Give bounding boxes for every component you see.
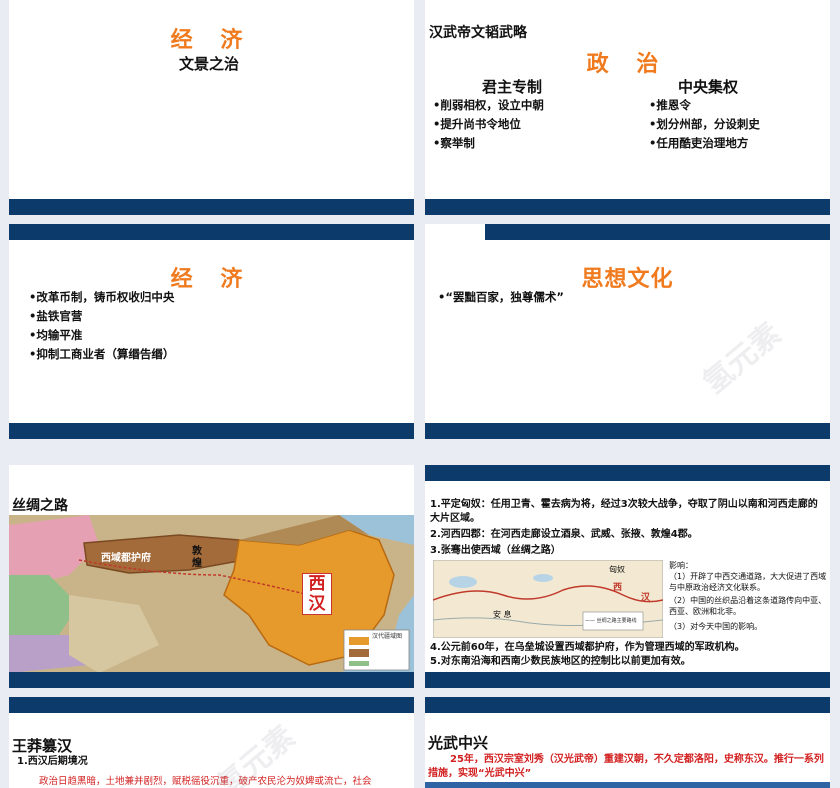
label-han: 西 汉 <box>302 573 332 615</box>
map-legend-label: —— 丝绸之路主要路线 <box>585 618 637 624</box>
slide-footer-bar <box>9 672 414 688</box>
influence-item-1: （1）开辟了中西交通道路，大大促进了西域与中原政治经济文化联系。 <box>669 572 827 592</box>
list-item: •改革币制，铸币权收归中央 <box>29 290 175 304</box>
slide-title: 光武中兴 <box>428 734 489 752</box>
slide-header-bar <box>485 224 830 240</box>
economy-list: •改革币制，铸币权收归中央 •盐铁官营 •均输平准 •抑制工商业者（算缗告缗） <box>29 288 174 364</box>
slide-header-bar <box>9 224 414 240</box>
centralization-list: •推恩令 •划分州部，分设刺史 •任用酷吏治理地方 <box>649 96 760 153</box>
table-header-strip <box>425 782 830 788</box>
map-image <box>9 515 414 673</box>
list-item: •削弱相权，设立中朝 <box>433 98 544 112</box>
slide-title: 王莽篡汉 <box>12 737 73 755</box>
list-item: •盐铁官营 <box>29 309 83 323</box>
slide-footer-bar <box>425 423 830 439</box>
map-legend-label: 汉代疆域图 <box>372 633 403 640</box>
point-3: 3.张骞出使西域（丝绸之路） <box>430 545 561 556</box>
slide-footer-bar <box>9 199 414 215</box>
list-item: •划分州部，分设刺史 <box>649 117 760 131</box>
slide-text: 25年，西汉宗室刘秀（汉光武帝）重建汉朝，不久定都洛阳，史称东汉。推行一系列措施… <box>428 754 824 779</box>
influence-item-3: （3）对今天中国的影响。 <box>669 622 763 631</box>
slide-politics[interactable]: 汉武帝文韬武略 政 治 君主专制 中央集权 •削弱相权，设立中朝 •提升尚书令地… <box>425 0 830 215</box>
slide-economy-wenjing[interactable]: 经 济 文景之治 <box>9 0 414 215</box>
slide-header-bar <box>425 465 830 481</box>
slide-economy-reforms[interactable]: 经 济 •改革币制，铸币权收归中央 •盐铁官营 •均输平准 •抑制工商业者（算缗… <box>9 224 414 439</box>
influence-item-2: （2）中国的丝织品沿着这条道路传向中亚、西亚、欧洲和北非。 <box>669 596 827 616</box>
point-4: 4.公元前60年，在乌垒城设置西域都护府，作为管理西域的军政机构。 <box>430 642 745 653</box>
label-xi: 西 <box>613 583 623 593</box>
point-1: 1.平定匈奴：任用卫青、霍去病为将，经过3次较大战争，夺取了阴山以南和河西走廊的… <box>430 499 818 524</box>
slide-han-frontier[interactable]: 1.平定匈奴：任用卫青、霍去病为将，经过3次较大战争，夺取了阴山以南和河西走廊的… <box>425 465 830 688</box>
list-item: •均输平准 <box>29 328 83 342</box>
slide-wang-mang[interactable]: 王莽篡汉 1.西汉后期境况 政治日趋黑暗，土地兼并剧烈，赋税徭役沉重，破产农民沦… <box>9 697 414 788</box>
silk-road-map-image <box>432 559 664 639</box>
han-dynasty-map: 西域都护府 敦 煌 西 汉 汉代疆域图 <box>9 515 414 673</box>
watermark: 氢元素 <box>696 316 788 402</box>
slide-culture[interactable]: 思想文化 •“罢黜百家，独尊儒术” 氢元素 <box>425 224 830 439</box>
slide-silk-road[interactable]: 丝绸之路 西域都护府 敦 煌 西 汉 汉代疆域图 <box>9 465 414 688</box>
monarchy-list: •削弱相权，设立中朝 •提升尚书令地位 •察举制 <box>433 96 544 153</box>
list-item: •抑制工商业者（算缗告缗） <box>29 347 175 361</box>
slide-subtitle: 文景之治 <box>179 55 240 73</box>
slide-subheading: 1.西汉后期境况 <box>17 756 88 767</box>
column-title-centralization: 中央集权 <box>678 78 739 96</box>
label-han: 汉 <box>641 593 651 603</box>
list-item: •“罢黜百家，独尊儒术” <box>438 290 564 304</box>
slide-guangwu[interactable]: 光武中兴 25年，西汉宗室刘秀（汉光武帝）重建汉朝，不久定都洛阳，史称东汉。推行… <box>425 697 830 788</box>
slide-header-bar <box>9 697 414 713</box>
slide-heading: 汉武帝文韬武略 <box>429 25 527 41</box>
list-item: •任用酷吏治理地方 <box>649 136 749 150</box>
slide-footer-bar <box>425 672 830 688</box>
label-xiongnu: 匈奴 <box>609 565 625 574</box>
list-item: •推恩令 <box>649 98 691 112</box>
slide-footer-bar <box>9 423 414 439</box>
influence-title: 影响： <box>669 561 693 570</box>
point-2: 2.河西四郡：在河西走廊设立酒泉、武威、张掖、敦煌4郡。 <box>430 529 698 540</box>
silk-road-map: 匈奴 西 汉 安 息 —— 丝绸之路主要路线 <box>432 559 664 639</box>
list-item: •提升尚书令地位 <box>433 117 521 131</box>
point-5: 5.对东南沿海和西南少数民族地区的控制比以前更加有效。 <box>430 656 691 667</box>
culture-list: •“罢黜百家，独尊儒术” <box>438 288 564 307</box>
slide-title: 丝绸之路 <box>12 498 68 514</box>
list-item: •察举制 <box>433 136 475 150</box>
slide-footer-bar <box>425 199 830 215</box>
column-title-monarchy: 君主专制 <box>482 78 543 96</box>
label-dunhuang: 敦 煌 <box>192 546 202 569</box>
slide-header-bar <box>425 697 830 713</box>
label-anxi: 安 息 <box>493 610 512 619</box>
slide-title: 经 济 <box>170 28 253 53</box>
slide-title: 政 治 <box>586 52 669 77</box>
label-protectorate: 西域都护府 <box>101 553 151 564</box>
